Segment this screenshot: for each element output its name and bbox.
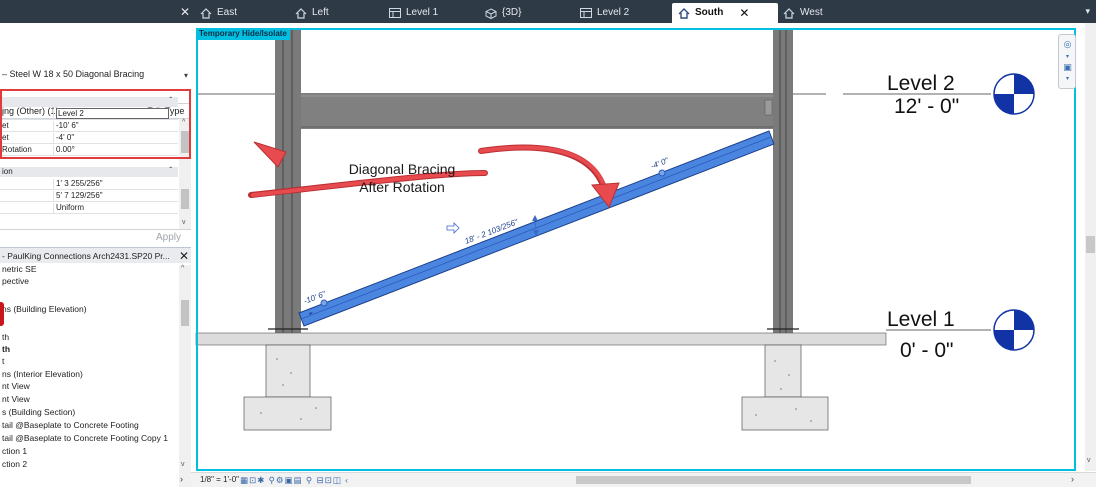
steering-wheel-icon[interactable]: ◎ — [1062, 39, 1073, 49]
browser-item[interactable]: t — [2, 356, 4, 366]
scroll-down-icon[interactable]: v — [1087, 457, 1091, 464]
tab-label: Level 1 — [406, 7, 439, 18]
left-panels: – Steel W 18 x 50 Diagonal Bracing ▾ ing… — [0, 23, 191, 487]
scroll-down-icon[interactable]: v — [182, 219, 186, 226]
tab-south[interactable]: South ✕ — [672, 3, 778, 23]
tab-level-2[interactable]: Level 2 — [580, 3, 629, 23]
scroll-up-icon[interactable]: ^ — [181, 265, 184, 272]
floor-plan-icon — [580, 8, 592, 18]
chevron-down-icon[interactable]: ▾ — [1062, 74, 1073, 84]
annotation-marker — [0, 302, 4, 326]
browser-item-active[interactable]: th — [2, 344, 10, 354]
property-value[interactable]: 5' 7 129/256" — [56, 191, 103, 200]
view-control-icons[interactable]: ▦⊡✱ ⚲⚙▣▤ ⚲ ⊟⊡◫ ‹ — [240, 475, 349, 486]
properties-group-header[interactable]: ion ˆ — [0, 166, 178, 177]
browser-item[interactable]: ction 1 — [2, 446, 27, 456]
view-scale[interactable]: 1/8" = 1'-0" — [200, 475, 239, 484]
property-value[interactable]: Uniform — [56, 203, 84, 212]
tab-label: East — [217, 7, 238, 18]
navigation-bar: ◎ ▾ ▣ ▾ — [1058, 34, 1076, 89]
browser-item[interactable]: ction 2 — [2, 459, 27, 469]
property-value[interactable]: 1' 3 255/256" — [56, 179, 103, 188]
tab-label: Level 2 — [597, 7, 630, 18]
project-browser-header: - PaulKing Connections Arch2431.SP20 Pr.… — [0, 247, 191, 263]
tab-east[interactable]: East — [200, 3, 237, 23]
project-browser-title: - PaulKing Connections Arch2431.SP20 Pr.… — [2, 251, 170, 261]
close-icon[interactable]: ✕ — [179, 249, 189, 263]
drawing-view[interactable]: 18' - 2 103/256" -10' 6" -4' 0" Diagonal… — [191, 23, 1096, 487]
close-tab-icon[interactable]: ✕ — [739, 3, 749, 23]
3d-view-icon — [485, 7, 497, 19]
view-control-bar: 1/8" = 1'-0" ▦⊡✱ ⚲⚙▣▤ ⚲ ⊟⊡◫ ‹ › — [191, 472, 1096, 487]
chevron-down-icon[interactable]: ▾ — [184, 71, 188, 80]
tab-label: {3D} — [502, 7, 522, 18]
browser-item[interactable]: tail @Baseplate to Concrete Footing — [2, 420, 139, 430]
view-tab-strip: ✕ East Left Level 1 {3D} Level 2 South ✕ — [0, 0, 1096, 23]
tab-level-1[interactable]: Level 1 — [389, 3, 438, 23]
browser-item[interactable]: ns (Building Elevation) — [2, 304, 87, 314]
browser-item[interactable]: ns (Interior Elevation) — [2, 369, 83, 379]
highlight-box — [0, 89, 191, 159]
property-row[interactable]: Uniform — [0, 203, 178, 214]
temporary-isolate-frame — [196, 28, 1076, 471]
elevation-icon — [678, 7, 690, 19]
browser-item[interactable]: netric SE — [2, 264, 37, 274]
elevation-icon — [295, 7, 307, 19]
zoom-icon[interactable]: ▣ — [1062, 62, 1073, 72]
view-vertical-scrollbar[interactable]: v — [1085, 23, 1096, 471]
chevron-right-icon[interactable]: › — [180, 474, 183, 484]
apply-bar: Apply — [0, 229, 191, 245]
tab-label: South — [695, 7, 724, 18]
type-selector-name[interactable]: – Steel W 18 x 50 Diagonal Bracing — [2, 69, 144, 79]
tab-left[interactable]: Left — [295, 3, 329, 23]
scroll-thumb[interactable] — [181, 300, 189, 326]
browser-scrollbar[interactable]: ^ v — [179, 265, 191, 487]
tab-list-dropdown-icon[interactable]: ▾ — [1085, 6, 1090, 17]
elevation-icon — [783, 7, 795, 19]
scroll-thumb[interactable] — [181, 189, 189, 209]
chevron-down-icon[interactable]: ▾ — [1062, 52, 1073, 62]
tab-label: West — [800, 7, 823, 18]
property-row[interactable]: 1' 3 255/256" — [0, 179, 178, 190]
browser-item[interactable]: pective — [2, 276, 29, 286]
tab-3d[interactable]: {3D} — [485, 3, 521, 23]
tab-label: Left — [312, 7, 329, 18]
scroll-down-icon[interactable]: v — [181, 461, 185, 468]
property-row[interactable]: 5' 7 129/256" — [0, 191, 178, 202]
scroll-right-icon[interactable]: › — [1071, 474, 1074, 484]
close-panel-icon[interactable]: ✕ — [180, 5, 190, 19]
scroll-thumb[interactable] — [1086, 236, 1095, 253]
collapse-icon[interactable]: ˆ — [169, 166, 172, 175]
browser-item[interactable]: s (Building Section) — [2, 407, 75, 417]
temporary-hide-isolate-label: Temporary Hide/Isolate — [196, 28, 290, 40]
floor-plan-icon — [389, 8, 401, 18]
revit-window: ✕ East Left Level 1 {3D} Level 2 South ✕ — [0, 0, 1096, 487]
browser-item[interactable]: th — [2, 332, 9, 342]
browser-item[interactable]: nt View — [2, 381, 30, 391]
elevation-icon — [200, 7, 212, 19]
apply-button[interactable]: Apply — [156, 232, 181, 243]
tab-west[interactable]: West — [783, 3, 823, 23]
browser-item[interactable]: nt View — [2, 394, 30, 404]
horizontal-scroll-thumb[interactable] — [576, 476, 971, 484]
browser-item[interactable]: tail @Baseplate to Concrete Footing Copy… — [2, 433, 168, 443]
